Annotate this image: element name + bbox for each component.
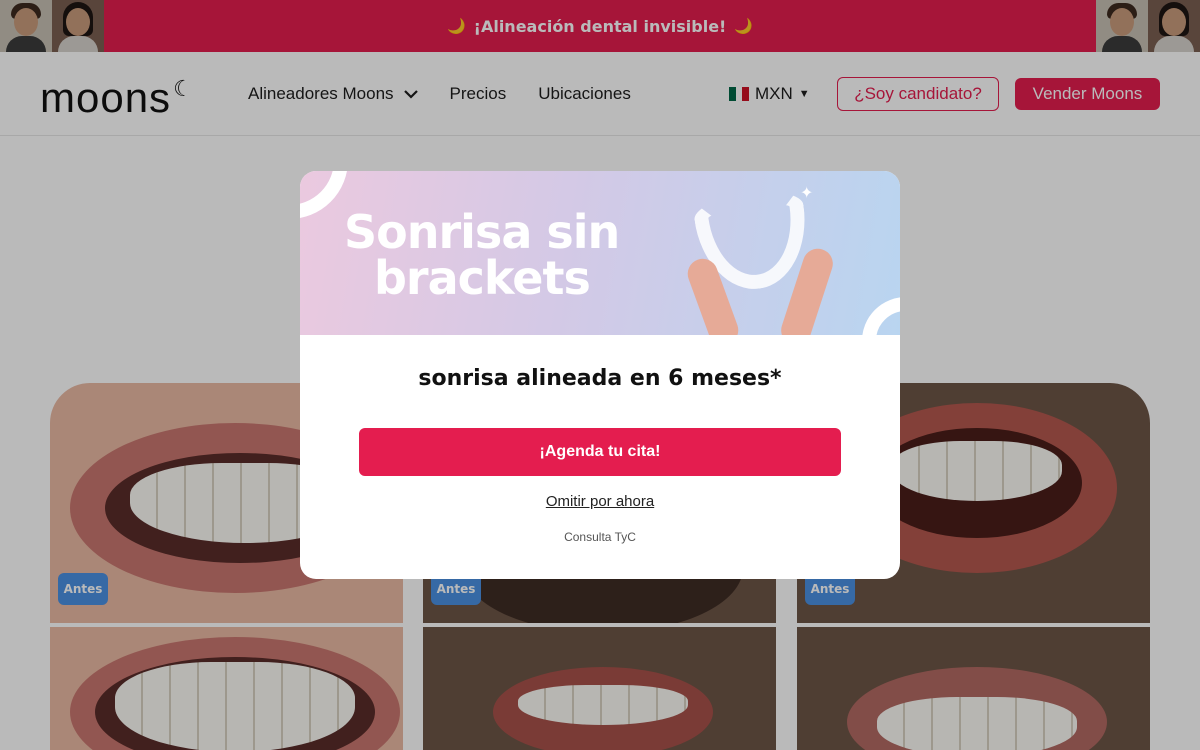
- skip-link-wrapper: Omitir por ahora: [300, 493, 900, 510]
- terms-link[interactable]: Consulta TyC: [300, 530, 900, 544]
- sparkle-icon: ✦: [800, 183, 814, 202]
- skip-link[interactable]: Omitir por ahora: [546, 493, 654, 510]
- promo-modal: Sonrisa sin brackets ✦ sonrisa alineada …: [300, 171, 900, 579]
- decorative-ring: [862, 297, 900, 335]
- modal-hero-image: Sonrisa sin brackets ✦: [300, 171, 900, 335]
- schedule-appointment-button[interactable]: ¡Agenda tu cita!: [359, 428, 841, 476]
- hero-headline-line2: brackets: [374, 251, 591, 305]
- decorative-ring: [300, 171, 348, 219]
- modal-title: sonrisa alineada en 6 meses*: [418, 366, 782, 391]
- modal-hero-headline: Sonrisa sin brackets: [344, 209, 620, 305]
